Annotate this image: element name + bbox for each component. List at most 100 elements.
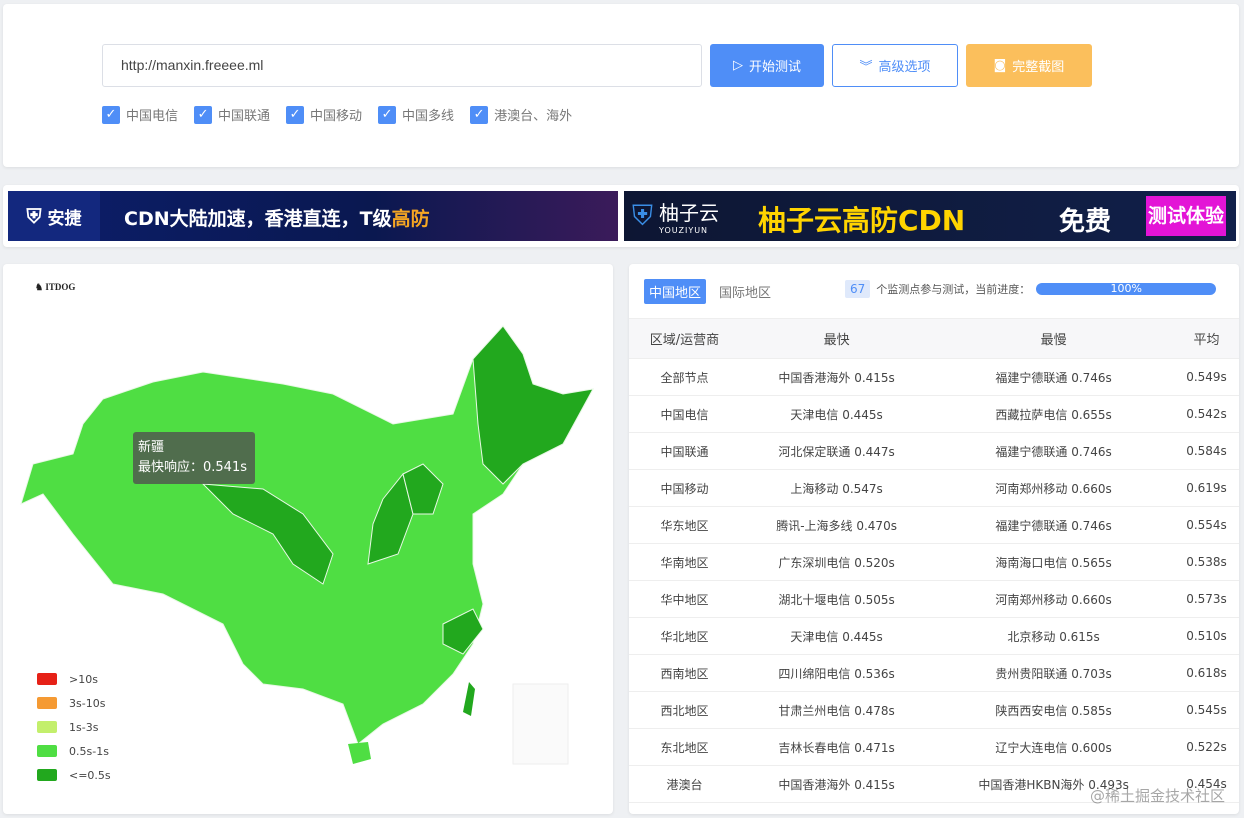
test-panel: http://manxin.freeee.ml ▷ 开始测试 ︾ 高级选项 ◙ 完整截… xyxy=(3,4,1239,167)
check-icon: ✓ xyxy=(286,105,305,124)
col-header-region: 区域/运营商 xyxy=(629,318,740,359)
checkbox-telecom[interactable]: ✓ 中国电信 xyxy=(102,105,178,124)
checkbox-unicom[interactable]: ✓ 中国联通 xyxy=(194,105,270,124)
table-cell: 河北保定联通 0.447s xyxy=(740,432,934,470)
table-row[interactable]: 东北地区 吉林长春电信 0.471s 辽宁大连电信 0.600s 0.522s xyxy=(629,728,1239,766)
checkbox-overseas[interactable]: ✓ 港澳台、海外 xyxy=(470,105,572,124)
legend-swatch xyxy=(37,673,57,685)
play-icon: ▷ xyxy=(732,58,743,73)
table-row[interactable]: 华东地区 腾讯-上海多线 0.470s 福建宁德联通 0.746s 0.554s xyxy=(629,506,1239,544)
node-count-badge: 67 xyxy=(845,280,871,298)
table-cell: 广东深圳电信 0.520s xyxy=(740,543,934,581)
isp-checkbox-group: ✓ 中国电信 ✓ 中国联通 ✓ 中国移动 ✓ 中国多线 ✓ 港澳台、海外 xyxy=(102,105,572,124)
tab-china[interactable]: 中国地区 xyxy=(644,279,707,304)
legend-item[interactable]: <=0.5s xyxy=(37,763,111,787)
region-tabs: 中国地区 国际地区 xyxy=(644,279,776,304)
chevron-down-icon: ︾ xyxy=(859,60,873,75)
table-cell: 0.573s xyxy=(1174,580,1239,618)
table-cell: 腾讯-上海多线 0.470s xyxy=(740,506,934,544)
table-cell: 甘肃兰州电信 0.478s xyxy=(740,691,934,729)
table-cell: 中国香港海外 0.415s xyxy=(740,358,934,396)
table-row[interactable]: 中国移动 上海移动 0.547s 河南郑州移动 0.660s 0.619s xyxy=(629,469,1239,507)
table-cell: 0.549s xyxy=(1174,358,1239,396)
check-icon: ✓ xyxy=(378,105,397,124)
stats-table: 区域/运营商 最快 最慢 平均 全部节点 中国香港海外 0.415s 福建宁德联通 … xyxy=(629,318,1239,803)
ad-banner-strip: ⛨ 安捷 CDN大陆加速，香港直连，T级高防 ⛨ 柚子云 YOUZIYUN 柚子云高… xyxy=(3,185,1239,247)
checkbox-mobile[interactable]: ✓ 中国移动 xyxy=(286,105,362,124)
table-cell: 湖北十堰电信 0.505s xyxy=(740,580,934,618)
ad-banner-youziyun[interactable]: ⛨ 柚子云 YOUZIYUN 柚子云高防CDN 免费 测试体验 xyxy=(624,191,1236,241)
table-cell: 西藏拉萨电信 0.655s xyxy=(933,395,1174,433)
table-cell: 贵州贵阳联通 0.703s xyxy=(933,654,1174,692)
check-icon: ✓ xyxy=(102,105,120,124)
watermark: @稀土掘金技术社区 xyxy=(1089,787,1225,805)
table-cell: 辽宁大连电信 0.600s xyxy=(933,728,1174,766)
table-row[interactable]: 华中地区 湖北十堰电信 0.505s 河南郑州移动 0.660s 0.573s xyxy=(629,580,1239,618)
table-cell: 中国移动 xyxy=(629,469,740,507)
map-region-taiwan[interactable] xyxy=(463,682,475,716)
table-cell: 港澳台 xyxy=(629,765,740,803)
table-cell: 0.554s xyxy=(1174,506,1239,544)
map-tooltip: 新疆 最快响应：0.541s xyxy=(133,432,255,484)
table-cell: 河南郑州移动 0.660s xyxy=(933,580,1174,618)
table-row[interactable]: 华南地区 广东深圳电信 0.520s 海南海口电信 0.565s 0.538s xyxy=(629,543,1239,581)
progress-text: 个监测点参与测试，当前进度： xyxy=(876,283,1031,296)
table-cell: 0.618s xyxy=(1174,654,1239,692)
table-row[interactable]: 中国联通 河北保定联通 0.447s 福建宁德联通 0.746s 0.584s xyxy=(629,432,1239,470)
advanced-options-button[interactable]: ︾ 高级选项 xyxy=(832,44,958,87)
table-cell: 中国电信 xyxy=(629,395,740,433)
map-legend: >10s 3s-10s 1s-3s 0.5s-1s <=0.5s xyxy=(37,667,111,787)
legend-item[interactable]: 3s-10s xyxy=(37,691,111,715)
table-cell: 华北地区 xyxy=(629,617,740,655)
col-header-slowest: 最慢 xyxy=(933,318,1174,359)
legend-item[interactable]: >10s xyxy=(37,667,111,691)
check-icon: ✓ xyxy=(470,105,489,124)
tab-international[interactable]: 国际地区 xyxy=(714,279,776,304)
map-region-northeast[interactable] xyxy=(472,325,594,485)
table-cell: 0.619s xyxy=(1174,469,1239,507)
col-header-average: 平均 xyxy=(1174,318,1239,359)
table-cell: 华南地区 xyxy=(629,543,740,581)
table-cell: 东北地区 xyxy=(629,728,740,766)
table-cell: 西南地区 xyxy=(629,654,740,692)
table-cell: 福建宁德联通 0.746s xyxy=(933,506,1174,544)
table-cell: 北京移动 0.615s xyxy=(933,617,1174,655)
table-row[interactable]: 西北地区 甘肃兰州电信 0.478s 陕西西安电信 0.585s 0.545s xyxy=(629,691,1239,729)
shield-icon: ⛨ xyxy=(632,199,654,232)
table-cell: 陕西西安电信 0.585s xyxy=(933,691,1174,729)
shield-icon: ⛨ xyxy=(26,204,42,228)
screenshot-button[interactable]: ◙ 完整截图 xyxy=(966,44,1092,87)
table-row[interactable]: 全部节点 中国香港海外 0.415s 福建宁德联通 0.746s 0.549s xyxy=(629,358,1239,396)
legend-swatch xyxy=(37,721,57,733)
stats-panel: 中国地区 国际地区 67 个监测点参与测试，当前进度： 100% 区域/运营商 … xyxy=(629,264,1239,814)
start-test-button[interactable]: ▷ 开始测试 xyxy=(710,44,824,87)
table-cell: 中国香港海外 0.415s xyxy=(740,765,934,803)
table-cell: 天津电信 0.445s xyxy=(740,395,934,433)
legend-item[interactable]: 0.5s-1s xyxy=(37,739,111,763)
progress-bar: 100% xyxy=(1036,283,1217,295)
url-input[interactable]: http://manxin.freeee.ml xyxy=(102,44,702,87)
table-cell: 海南海口电信 0.565s xyxy=(933,543,1174,581)
table-cell: 0.510s xyxy=(1174,617,1239,655)
table-row[interactable]: 中国电信 天津电信 0.445s 西藏拉萨电信 0.655s 0.542s xyxy=(629,395,1239,433)
legend-swatch xyxy=(37,769,57,781)
legend-item[interactable]: 1s-3s xyxy=(37,715,111,739)
table-row[interactable]: 西南地区 四川绵阳电信 0.536s 贵州贵阳联通 0.703s 0.618s xyxy=(629,654,1239,692)
china-map-panel: ♞ ITDOG 新疆 最快响应：0.541s >10s 3s-10s 1s-3s… xyxy=(3,264,613,814)
table-row[interactable]: 华北地区 天津电信 0.445s 北京移动 0.615s 0.510s xyxy=(629,617,1239,655)
table-cell: 河南郑州移动 0.660s xyxy=(933,469,1174,507)
table-cell: 0.545s xyxy=(1174,691,1239,729)
table-cell: 四川绵阳电信 0.536s xyxy=(740,654,934,692)
ad-banner-anjie[interactable]: ⛨ 安捷 CDN大陆加速，香港直连，T级高防 xyxy=(8,191,618,241)
table-cell: 天津电信 0.445s xyxy=(740,617,934,655)
table-cell: 吉林长春电信 0.471s xyxy=(740,728,934,766)
table-cell: 0.584s xyxy=(1174,432,1239,470)
south-china-sea-inset xyxy=(512,683,569,765)
table-cell: 西北地区 xyxy=(629,691,740,729)
progress-info: 67 个监测点参与测试，当前进度： 100% xyxy=(845,280,1217,298)
table-cell: 0.542s xyxy=(1174,395,1239,433)
check-icon: ✓ xyxy=(194,105,213,124)
checkbox-multiline[interactable]: ✓ 中国多线 xyxy=(378,105,454,124)
map-region-hainan[interactable] xyxy=(348,742,371,764)
table-cell: 福建宁德联通 0.746s xyxy=(933,432,1174,470)
